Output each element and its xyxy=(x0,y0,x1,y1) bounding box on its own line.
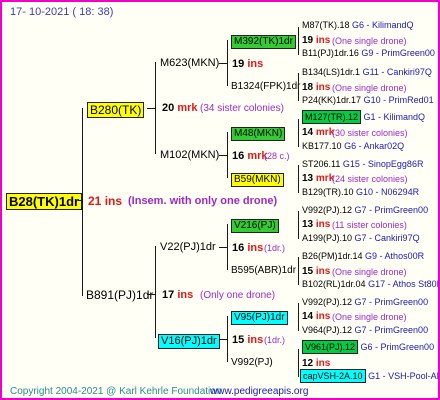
root-queen[interactable]: B28(TK)1dr xyxy=(6,193,83,210)
gen3-queen[interactable]: V992(PJ) xyxy=(231,358,273,368)
gen2-note: (1dr.) xyxy=(264,335,286,345)
gen3-note: (One single drone) xyxy=(332,83,407,93)
gen4-queen[interactable]: B26(PM)1dr.14 G9 - Athos00R xyxy=(302,252,424,261)
gen3-ins: 13 mrk xyxy=(302,173,335,184)
gen4-queen[interactable]: V992(PJ).12 G7 - PrimGreen00 xyxy=(302,206,428,215)
root-ins-count: 21 ins xyxy=(88,194,123,208)
pedigree-frame: 17- 10-2021 ( 18: 38) B28(TK)1dr 21 ins … xyxy=(0,0,440,400)
gen2-ins: 15 ins xyxy=(232,334,264,346)
gen1-note: (34 sister colonies) xyxy=(200,103,284,114)
gen4-queen[interactable]: M87(TK).18 G6 - KilimandQ xyxy=(302,21,414,30)
gen1-ins: 17 ins xyxy=(162,289,194,301)
gen4-queen[interactable]: KB177.10 G6 - Ankar02Q xyxy=(302,142,404,151)
gen3-queen[interactable]: B59(MKN) xyxy=(231,173,284,187)
gen4-queen[interactable]: V964(PJ).12 G7 - PrimGreen00 xyxy=(302,326,428,335)
gen3-ins: 15 ins xyxy=(302,266,331,277)
gen4-queen[interactable]: P24(KK)1dr.17 G10 - PrimRed01 xyxy=(302,96,434,105)
gen3-note: (11 sister colonies) xyxy=(332,220,407,230)
footer-copyright: Copyright 2004-2021 @ Karl Kehrle Founda… xyxy=(10,386,222,397)
gen4-queen[interactable]: M127(TR).12 G1 - KilimandQ xyxy=(302,110,425,124)
gen1-note: (Only one drone) xyxy=(200,290,276,301)
gen3-ins: 18 ins xyxy=(302,82,331,93)
gen3-queen[interactable]: V95(PJ)1dr xyxy=(231,311,288,325)
gen3-ins: 12 ins xyxy=(302,358,331,369)
header-date: 17- 10-2021 ( 18: 38) xyxy=(10,6,114,18)
gen3-queen[interactable]: M392(TK)1dr xyxy=(231,35,296,49)
gen1-queen[interactable]: B280(TK) xyxy=(87,102,145,118)
footer-site-link[interactable]: www.pedigreeapis.org xyxy=(210,387,308,397)
gen4-queen[interactable]: B11(PJ)1dr.16 G9 - PrimGreen00 xyxy=(302,49,435,58)
gen3-queen[interactable]: V216(PJ) xyxy=(231,219,279,233)
gen3-ins: 13 ins xyxy=(302,219,331,230)
gen2-note: (28 c.) xyxy=(264,151,290,161)
gen4-queen[interactable]: A199(PJ).10 G7 - Cankiri97Q xyxy=(302,234,420,243)
gen3-ins: 14 mrk xyxy=(302,127,335,138)
gen4-queen[interactable]: capVSH-2A.10 G1 - VSH-Pool-AR xyxy=(300,369,438,383)
gen3-queen[interactable]: M48(MKN) xyxy=(231,127,286,141)
gen3-note: (24 sister colonies) xyxy=(332,174,408,184)
gen4-queen[interactable]: B134(LS)1dr.1 G11 - Cankiri97Q xyxy=(302,68,432,77)
gen2-ins: 19 ins xyxy=(232,58,264,70)
root-note: (Insem. with only one drone) xyxy=(128,195,278,207)
gen1-queen[interactable]: B891(PJ)1dr xyxy=(86,289,153,301)
gen4-queen[interactable]: V992(PJ).12 G7 - PrimGreen00 xyxy=(302,298,428,307)
gen4-queen[interactable]: ST206.11 G15 - SinopEgg86R xyxy=(302,160,423,169)
gen3-queen[interactable]: B1324(FPK)1dr xyxy=(231,82,300,92)
gen2-note: (1dr.) xyxy=(264,243,286,253)
gen3-ins: 19 ins xyxy=(302,35,331,46)
gen2-ins: 16 ins xyxy=(232,242,264,254)
gen3-note: (One single drone) xyxy=(332,36,407,46)
gen3-ins: 14 ins xyxy=(302,311,331,322)
gen3-note: (One single drone) xyxy=(332,267,407,277)
gen2-queen[interactable]: M623(MKN) xyxy=(160,58,219,69)
gen4-queen[interactable]: V961(PJ).12 G6 - PrimGreen00 xyxy=(302,340,434,354)
gen2-queen[interactable]: M102(MKN) xyxy=(160,150,219,161)
gen3-note: (30 sister colonies) xyxy=(332,128,408,138)
gen4-queen[interactable]: B129(TR).10 G10 - N06294R xyxy=(302,188,419,197)
gen2-ins: 16 mrk xyxy=(232,150,268,162)
gen2-queen[interactable]: V22(PJ)1dr xyxy=(160,242,216,253)
gen4-queen[interactable]: B102(RL)1dr.04 G17 - Athos St80R xyxy=(302,280,438,289)
gen3-note: (One single drone) xyxy=(332,312,407,322)
gen2-queen[interactable]: V16(PJ)1dr xyxy=(158,334,220,349)
gen3-queen[interactable]: B595(ABR)1dr xyxy=(231,266,296,276)
gen1-ins: 20 mrk xyxy=(162,102,198,114)
